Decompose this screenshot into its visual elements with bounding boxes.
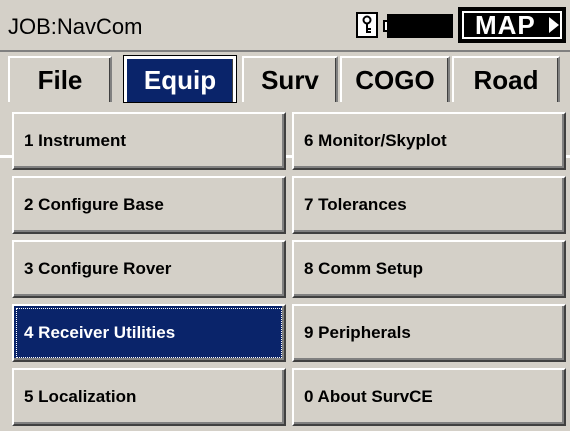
menu-localization[interactable]: 5 Localization (12, 368, 286, 426)
title-bar: JOB:NavCom MAP (0, 0, 570, 52)
menu-about-survce[interactable]: 0 About SurvCE (292, 368, 566, 426)
menu-configure-base[interactable]: 2 Configure Base (12, 176, 286, 234)
map-button-label: MAP (475, 9, 536, 40)
menu-monitor-skyplot[interactable]: 6 Monitor/Skyplot (292, 112, 566, 170)
right-arrow-icon (549, 17, 559, 33)
map-button[interactable]: MAP (458, 7, 566, 43)
tab-surv[interactable]: Surv (242, 56, 338, 102)
tab-bar: File Equip Surv COGO Road (0, 52, 570, 158)
tab-file[interactable]: File (8, 56, 112, 102)
battery-icon (383, 14, 453, 38)
survce-screen: JOB:NavCom MAP File Equip Surv COGO Road… (0, 0, 570, 431)
menu-configure-rover[interactable]: 3 Configure Rover (12, 240, 286, 298)
menu-tolerances[interactable]: 7 Tolerances (292, 176, 566, 234)
tab-road[interactable]: Road (452, 56, 560, 102)
tab-cogo[interactable]: COGO (340, 56, 450, 102)
menu-grid: 1 Instrument 2 Configure Base 3 Configur… (12, 112, 566, 431)
menu-receiver-utilities[interactable]: 4 Receiver Utilities (12, 304, 286, 362)
menu-peripherals[interactable]: 9 Peripherals (292, 304, 566, 362)
battery-level (387, 14, 453, 38)
key-icon[interactable] (356, 12, 378, 38)
job-title: JOB:NavCom (8, 14, 143, 39)
menu-instrument[interactable]: 1 Instrument (12, 112, 286, 170)
tab-equip[interactable]: Equip (123, 55, 237, 103)
menu-comm-setup[interactable]: 8 Comm Setup (292, 240, 566, 298)
